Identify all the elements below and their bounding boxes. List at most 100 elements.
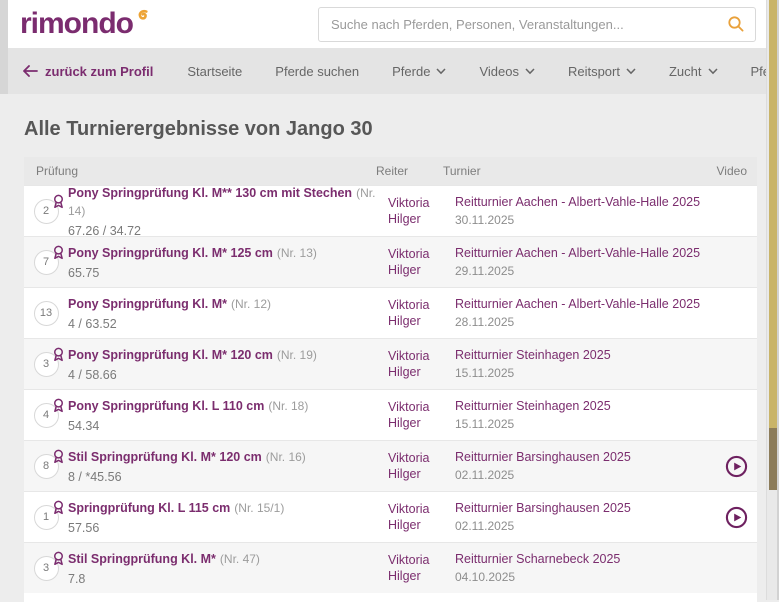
test-number: (Nr. 18) — [268, 399, 308, 413]
placement-badge: 8 — [34, 454, 59, 479]
test-cell: Pony Springprüfung Kl. L 110 cm(Nr. 18) … — [68, 397, 388, 433]
test-score: 4 / 63.52 — [68, 317, 388, 331]
scrollbar-thumb-end[interactable] — [769, 428, 777, 490]
test-score: 8 / *45.56 — [68, 470, 388, 484]
tournament-cell: Reitturnier Barsinghausen 2025 02.11.202… — [455, 450, 725, 482]
placement-cell: 13 — [24, 301, 68, 326]
video-play-button[interactable] — [725, 455, 748, 478]
test-cell: Stil Springprüfung Kl. M*(Nr. 47) 7.8 — [68, 550, 388, 586]
table-header-row: Prüfung Reiter Turnier Video — [24, 157, 757, 185]
rimondo-logo[interactable]: rimondo — [20, 7, 151, 41]
test-name-link[interactable]: Stil Springprüfung Kl. M* 120 cm — [68, 450, 262, 464]
scrollbar-thumb[interactable] — [769, 0, 777, 428]
nav-item-reitsport[interactable]: Reitsport — [568, 64, 636, 79]
tournament-date: 15.11.2025 — [455, 417, 725, 431]
placement-cell: 1 — [24, 505, 68, 530]
table-row: 1 Springprüfung Kl. L 115 cm(Nr. 15/1) 5… — [24, 491, 757, 542]
tournament-link[interactable]: Reitturnier Steinhagen 2025 — [455, 399, 725, 413]
tournament-link[interactable]: Reitturnier Aachen - Albert-Vahle-Halle … — [455, 246, 725, 260]
rider-link[interactable]: ViktoriaHilger — [388, 450, 455, 482]
placement-number: 7 — [43, 256, 49, 268]
video-cell — [725, 455, 757, 478]
tournament-cell: Reitturnier Aachen - Albert-Vahle-Halle … — [455, 195, 725, 227]
chevron-down-icon — [626, 68, 636, 75]
back-link-label: zurück zum Profil — [45, 64, 153, 79]
rider-cell: ViktoriaHilger — [388, 297, 455, 329]
rider-cell: ViktoriaHilger — [388, 450, 455, 482]
play-icon — [725, 455, 748, 478]
nav-item-pferde-suchen[interactable]: Pferde suchen — [275, 64, 359, 79]
rider-link[interactable]: ViktoriaHilger — [388, 399, 455, 431]
play-icon — [725, 506, 748, 529]
placement-number: 4 — [43, 409, 49, 421]
test-name-link[interactable]: Pony Springprüfung Kl. M* 125 cm — [68, 246, 273, 260]
tournament-link[interactable]: Reitturnier Steinhagen 2025 — [455, 348, 725, 362]
rosette-icon — [51, 347, 66, 362]
placement-cell: 2 — [24, 199, 68, 224]
test-cell: Pony Springprüfung Kl. M*(Nr. 12) 4 / 63… — [68, 295, 388, 331]
placement-badge: 13 — [34, 301, 59, 326]
nav-item-startseite[interactable]: Startseite — [187, 64, 242, 79]
tournament-cell: Reitturnier Aachen - Albert-Vahle-Halle … — [455, 246, 725, 278]
tournament-link[interactable]: Reitturnier Barsinghausen 2025 — [455, 501, 725, 515]
test-score: 54.34 — [68, 419, 388, 433]
test-name-link[interactable]: Stil Springprüfung Kl. M* — [68, 552, 216, 566]
placement-number: 8 — [43, 460, 49, 472]
tournament-cell: Reitturnier Aachen - Albert-Vahle-Halle … — [455, 297, 725, 329]
rider-link[interactable]: ViktoriaHilger — [388, 552, 455, 584]
arrow-left-icon — [22, 65, 38, 77]
nav-item-pferde[interactable]: Pferde — [392, 64, 446, 79]
test-name-link[interactable]: Springprüfung Kl. L 115 cm — [68, 501, 230, 515]
test-cell: Stil Springprüfung Kl. M* 120 cm(Nr. 16)… — [68, 448, 388, 484]
tournament-cell: Reitturnier Steinhagen 2025 15.11.2025 — [455, 399, 725, 431]
tournament-link[interactable]: Reitturnier Scharnebeck 2025 — [455, 552, 725, 566]
tournament-link[interactable]: Reitturnier Aachen - Albert-Vahle-Halle … — [455, 195, 725, 209]
test-name-link[interactable]: Pony Springprüfung Kl. M* 120 cm — [68, 348, 273, 362]
tournament-date: 15.11.2025 — [455, 366, 725, 380]
logo-text: rimondo — [20, 7, 133, 41]
nav-items: Startseite Pferde suchen Pferde Videos R… — [187, 64, 779, 79]
table-row: 3 Pony Springprüfung Kl. M* 120 cm(Nr. 1… — [24, 338, 757, 389]
tournament-link[interactable]: Reitturnier Barsinghausen 2025 — [455, 450, 725, 464]
placement-cell: 3 — [24, 556, 68, 581]
rider-link[interactable]: ViktoriaHilger — [388, 246, 455, 278]
tournament-cell: Reitturnier Barsinghausen 2025 02.11.202… — [455, 501, 725, 533]
nav-item-videos[interactable]: Videos — [479, 64, 535, 79]
test-cell: Pony Springprüfung Kl. M* 125 cm(Nr. 13)… — [68, 244, 388, 280]
test-name-link[interactable]: Pony Springprüfung Kl. L 110 cm — [68, 399, 264, 413]
rider-link[interactable]: ViktoriaHilger — [388, 501, 455, 533]
rider-link[interactable]: ViktoriaHilger — [388, 348, 455, 380]
tournament-link[interactable]: Reitturnier Aachen - Albert-Vahle-Halle … — [455, 297, 725, 311]
test-name-link[interactable]: Pony Springprüfung Kl. M* — [68, 297, 227, 311]
search-input[interactable] — [331, 17, 727, 32]
column-header-turnier: Turnier — [443, 164, 713, 178]
placement-badge: 3 — [34, 556, 59, 581]
rider-link[interactable]: ViktoriaHilger — [388, 195, 455, 227]
table-row: 13 Pony Springprüfung Kl. M*(Nr. 12) 4 /… — [24, 287, 757, 338]
rider-link[interactable]: ViktoriaHilger — [388, 297, 455, 329]
results-table: Prüfung Reiter Turnier Video 2 Pony Spri… — [24, 157, 757, 602]
rosette-icon — [51, 551, 66, 566]
placement-number: 3 — [43, 358, 49, 370]
search-icon[interactable] — [727, 15, 745, 33]
back-to-profile-link[interactable]: zurück zum Profil — [22, 64, 153, 79]
table-row: 7 Pony Springprüfung Kl. M* 125 cm(Nr. 1… — [24, 236, 757, 287]
rosette-icon — [51, 449, 66, 464]
tournament-date: 29.11.2025 — [455, 264, 725, 278]
column-header-pruefung: Prüfung — [24, 164, 376, 178]
rider-cell: ViktoriaHilger — [388, 399, 455, 431]
placement-number: 3 — [43, 562, 49, 574]
table-row: 4 Pony Springprüfung Kl. L 110 cm (Nr. 18… — [24, 389, 757, 440]
chevron-down-icon — [525, 68, 535, 75]
placement-number: 1 — [43, 511, 49, 523]
test-name-link[interactable]: Pony Springprüfung Kl. M** 130 cm mit St… — [68, 186, 352, 200]
column-header-reiter: Reiter — [376, 164, 443, 178]
page-scrollbar[interactable] — [766, 0, 779, 600]
nav-item-zucht[interactable]: Zucht — [669, 64, 718, 79]
placement-badge: 2 — [34, 199, 59, 224]
placement-badge: 3 — [34, 352, 59, 377]
test-score: 7.8 — [68, 572, 388, 586]
page-title: Alle Turnierergebnisse von Jango 30 — [24, 118, 766, 141]
tournament-date: 04.10.2025 — [455, 570, 725, 584]
video-play-button[interactable] — [725, 506, 748, 529]
